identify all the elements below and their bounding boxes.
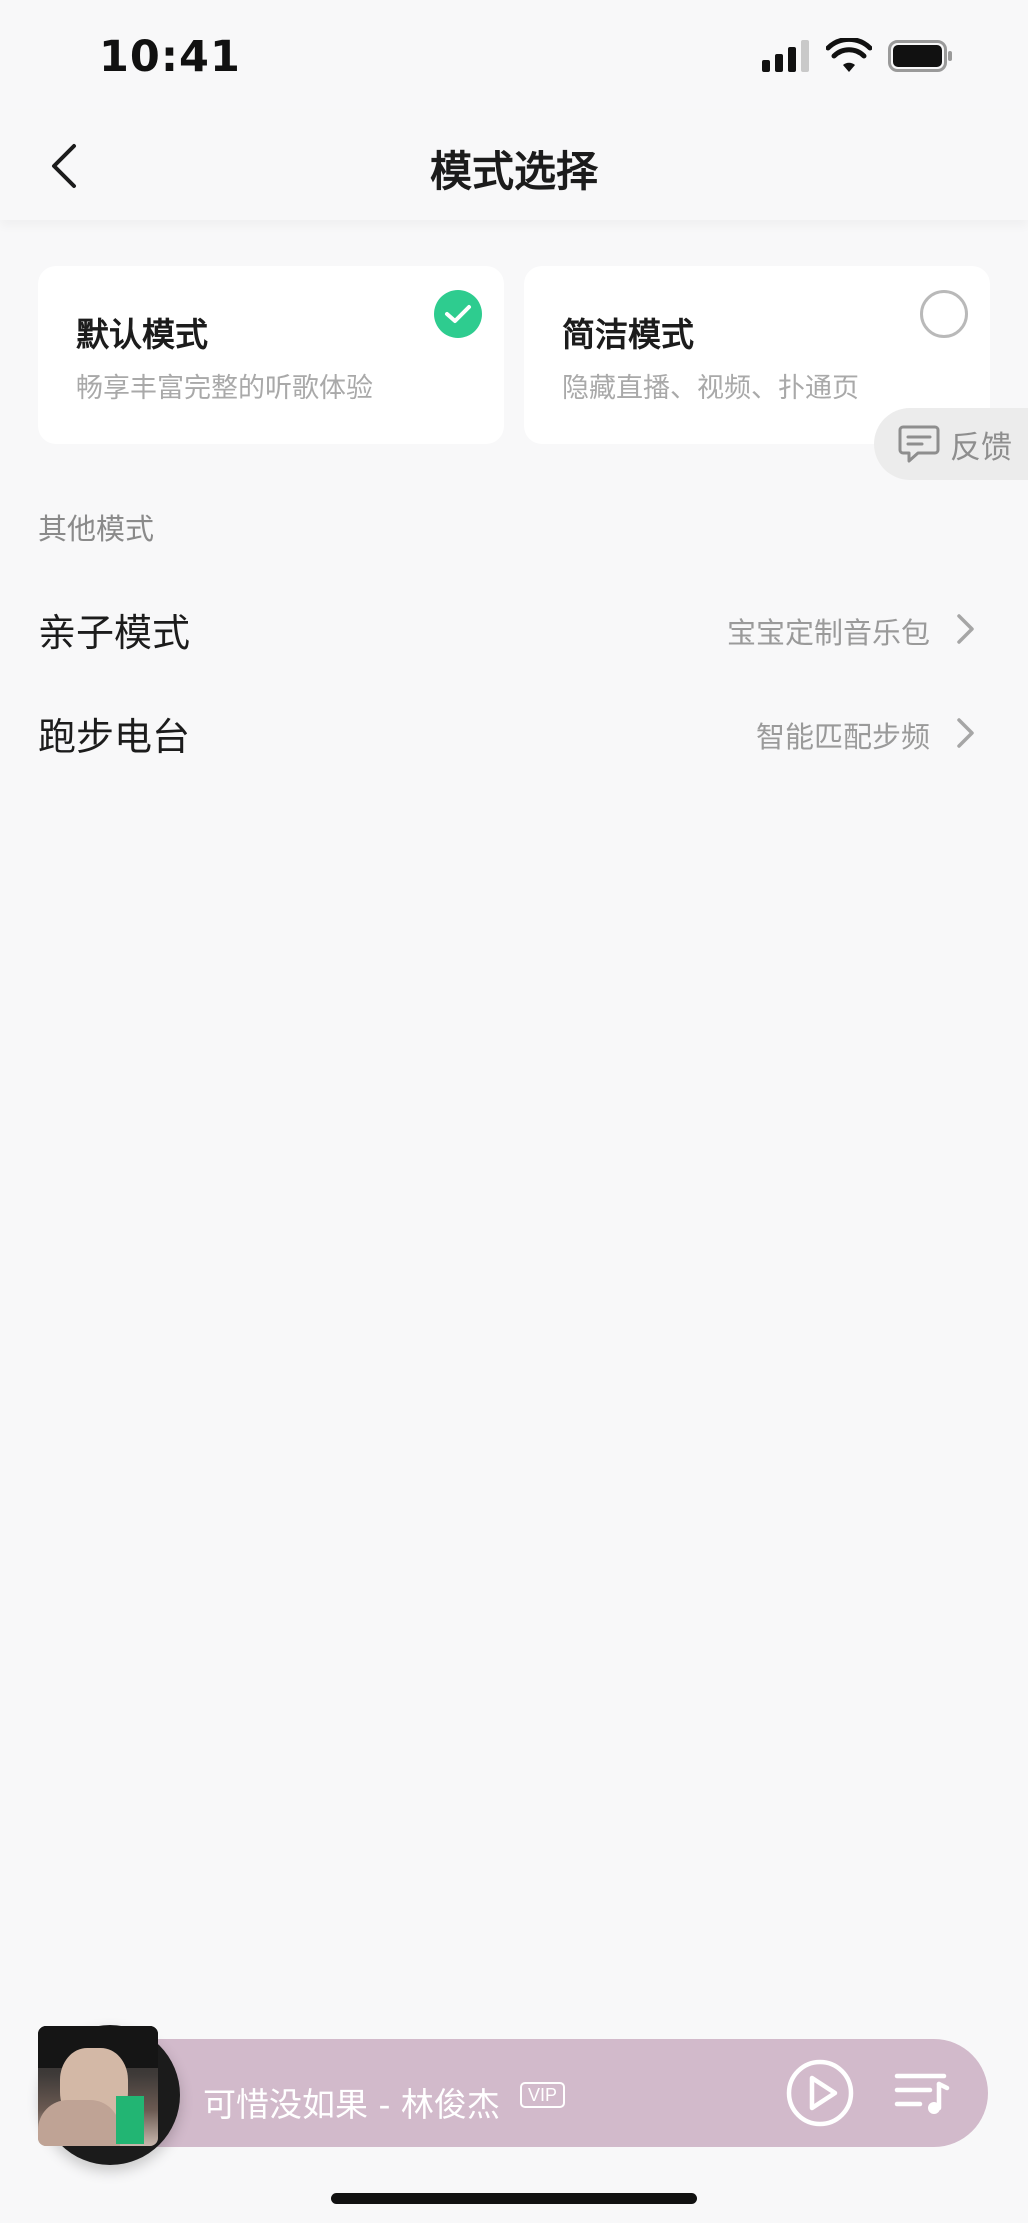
radio-circle-icon[interactable]: [920, 290, 968, 338]
play-button[interactable]: [785, 2058, 855, 2128]
mode-card-default[interactable]: 默认模式 畅享丰富完整的听歌体验: [38, 266, 504, 444]
mode-description: 畅享丰富完整的听歌体验: [76, 373, 373, 404]
vip-badge: VIP: [520, 2082, 566, 2108]
mode-description: 隐藏直播、视频、扑通页: [562, 373, 859, 404]
list-item-subtitle: 智能匹配步频: [755, 720, 930, 754]
track-title[interactable]: 可惜没如果 - 林俊杰: [203, 2078, 500, 2126]
page-title: 模式选择: [429, 147, 598, 196]
chevron-right-icon: [957, 614, 974, 644]
playlist-icon[interactable]: [894, 2070, 950, 2118]
message-icon: [898, 425, 940, 463]
section-header-other-modes: 其他模式: [38, 512, 155, 546]
chevron-right-icon: [957, 718, 974, 748]
list-item-subtitle: 宝宝定制音乐包: [726, 616, 930, 650]
check-circle-icon: [434, 290, 482, 338]
status-bar: 10:41: [0, 0, 1028, 110]
status-time: 10:41: [99, 32, 241, 82]
cellular-signal-icon: [762, 40, 810, 72]
wifi-icon: [826, 38, 872, 72]
mode-title: 默认模式: [76, 315, 208, 354]
nav-bar: 模式选择: [0, 110, 1028, 220]
battery-icon: [888, 40, 952, 72]
status-icons: [762, 38, 962, 78]
list-item-title: 跑步电台: [38, 715, 191, 759]
feedback-button[interactable]: 反馈: [874, 408, 1028, 480]
list-item-running-radio[interactable]: 跑步电台 智能匹配步频: [0, 680, 1028, 784]
home-indicator: [331, 2193, 697, 2204]
feedback-label: 反馈: [950, 429, 1012, 466]
mode-title: 简洁模式: [562, 315, 694, 354]
list-item-title: 亲子模式: [38, 611, 191, 655]
album-art[interactable]: [38, 2026, 158, 2146]
list-item-kids-mode[interactable]: 亲子模式 宝宝定制音乐包: [0, 576, 1028, 680]
